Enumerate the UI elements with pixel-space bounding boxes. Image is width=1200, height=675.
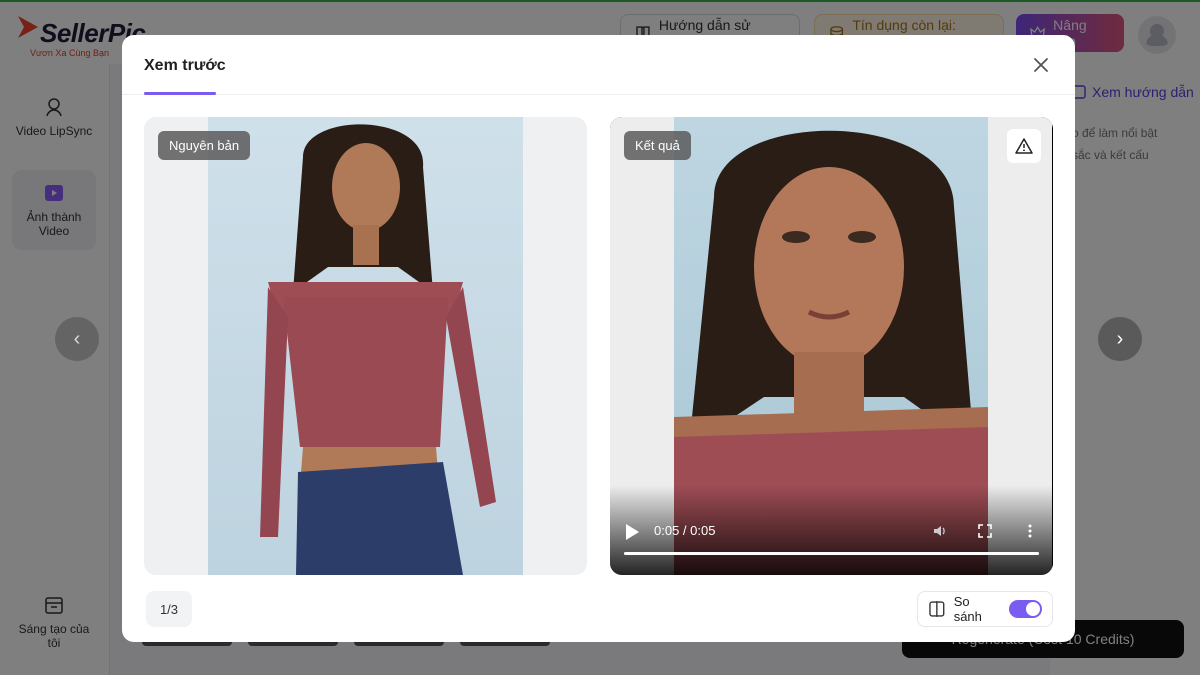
preview-modal: Xem trước Nguyên bản Kết quả 0:05 / 0:05… bbox=[122, 35, 1075, 642]
volume-icon[interactable] bbox=[932, 523, 948, 539]
compare-icon bbox=[929, 601, 945, 617]
play-icon[interactable] bbox=[624, 523, 640, 541]
modal-title: Xem trước bbox=[144, 57, 226, 74]
original-photo[interactable] bbox=[208, 117, 523, 575]
warning-icon bbox=[1015, 138, 1033, 154]
chevron-left-icon: ‹ bbox=[73, 327, 81, 350]
previous-arrow-button[interactable]: ‹ bbox=[55, 317, 99, 361]
more-options-icon[interactable] bbox=[1022, 523, 1038, 539]
compare-label: So sánh bbox=[953, 594, 982, 624]
title-underline bbox=[144, 92, 216, 95]
page-counter: 1/3 bbox=[146, 591, 192, 627]
fullscreen-icon[interactable] bbox=[977, 523, 993, 539]
video-progress-bar[interactable] bbox=[624, 552, 1039, 555]
report-button[interactable] bbox=[1007, 129, 1041, 163]
close-icon[interactable] bbox=[1029, 53, 1053, 77]
video-time: 0:05 / 0:05 bbox=[654, 523, 716, 538]
result-badge: Kết quả bbox=[624, 131, 691, 160]
model-illustration bbox=[260, 124, 496, 575]
result-video-pane: Kết quả 0:05 / 0:05 bbox=[610, 117, 1053, 575]
original-badge: Nguyên bản bbox=[158, 131, 251, 160]
compare-control[interactable]: So sánh bbox=[917, 591, 1053, 627]
chevron-right-icon: › bbox=[1116, 327, 1124, 350]
compare-toggle[interactable] bbox=[1008, 600, 1042, 618]
next-arrow-button[interactable]: › bbox=[1098, 317, 1142, 361]
original-image-pane: Nguyên bản bbox=[144, 117, 587, 575]
video-controls: 0:05 / 0:05 bbox=[610, 485, 1053, 575]
video-progress-fill bbox=[624, 552, 1039, 555]
modal-header: Xem trước bbox=[122, 35, 1075, 95]
